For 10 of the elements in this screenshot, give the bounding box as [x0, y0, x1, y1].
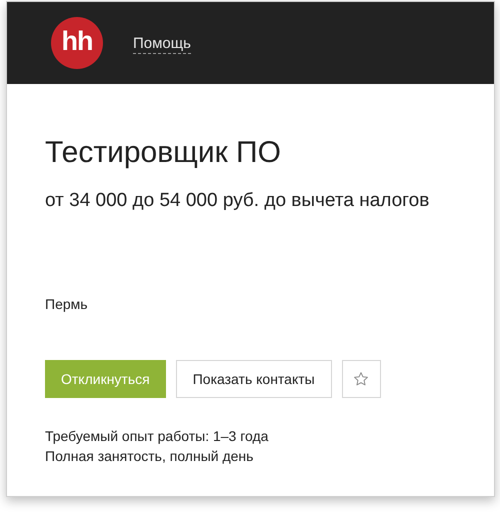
- vacancy-title: Тестировщик ПО: [45, 135, 282, 171]
- detail-line: Полная занятость, полный день: [45, 447, 254, 465]
- favorite-button[interactable]: [342, 360, 381, 398]
- salary: от 34 000 до 54 000 руб. до вычета налогов: [45, 189, 430, 213]
- help-link[interactable]: Помощь: [133, 34, 191, 54]
- city: Пермь: [45, 295, 89, 313]
- show-contacts-button[interactable]: Показать контакты: [176, 360, 332, 398]
- logo[interactable]: hh: [51, 17, 103, 69]
- detail-line: Требуемый опыт работы: 1–3 года: [45, 427, 270, 445]
- star-icon: [353, 371, 370, 387]
